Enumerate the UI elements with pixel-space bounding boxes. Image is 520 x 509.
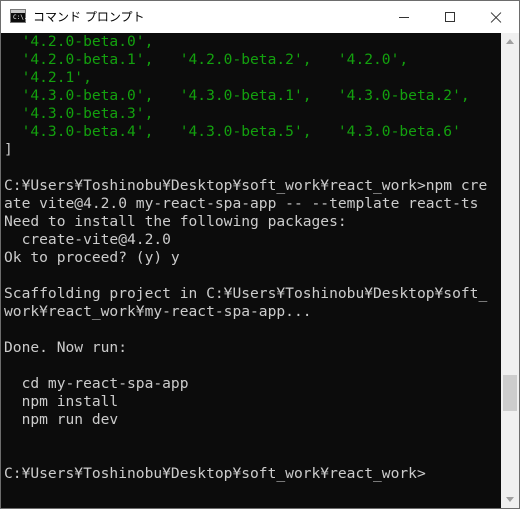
- console-line: Done. Now run:: [4, 339, 128, 356]
- vertical-scrollbar[interactable]: [501, 33, 519, 508]
- scrollbar-thumb[interactable]: [503, 375, 517, 411]
- console-line: work¥react_work¥my-react-spa-app...: [4, 303, 312, 320]
- window-title: コマンド プロンプト: [33, 10, 145, 24]
- console-line: cd my-react-spa-app: [4, 375, 189, 392]
- console-line: Ok to proceed? (y) y: [4, 249, 180, 266]
- minimize-icon[interactable]: [381, 1, 427, 33]
- console-lines: '4.2.0-beta.0', '4.2.0-beta.1', '4.2.0-b…: [4, 33, 487, 483]
- scroll-up-arrow-icon[interactable]: [506, 39, 514, 44]
- console-line: '4.2.0-beta.0',: [4, 33, 154, 50]
- console-line: Need to install the following packages:: [4, 213, 347, 230]
- console-line: '4.3.0-beta.4', '4.3.0-beta.5', '4.3.0-b…: [4, 123, 461, 140]
- title-bar[interactable]: C:\. コマンド プロンプト: [1, 1, 519, 33]
- console-line: ate vite@4.2.0 my-react-spa-app -- --tem…: [4, 195, 479, 212]
- console-line: create-vite@4.2.0: [4, 231, 171, 248]
- icon-label: C:\.: [13, 14, 28, 21]
- console-line: '4.3.0-beta.0', '4.3.0-beta.1', '4.3.0-b…: [4, 87, 470, 104]
- close-icon[interactable]: [473, 1, 519, 33]
- console-line: C:¥Users¥Toshinobu¥Desktop¥soft_work¥rea…: [4, 465, 426, 482]
- scroll-down-arrow-icon[interactable]: [506, 497, 514, 502]
- console-output[interactable]: '4.2.0-beta.0', '4.2.0-beta.1', '4.2.0-b…: [1, 33, 501, 508]
- console-line: '4.2.0-beta.1', '4.2.0-beta.2', '4.2.0',: [4, 51, 409, 68]
- console-line: ]: [4, 141, 13, 158]
- console-line: '4.2.1',: [4, 69, 92, 86]
- maximize-icon[interactable]: [427, 1, 473, 33]
- command-prompt-icon[interactable]: C:\.: [10, 9, 28, 23]
- console-line: C:¥Users¥Toshinobu¥Desktop¥soft_work¥rea…: [4, 177, 488, 194]
- console-line: npm run dev: [4, 411, 119, 428]
- console-line: Scaffolding project in C:¥Users¥Toshinob…: [4, 285, 488, 302]
- command-prompt-window: C:\. コマンド プロンプト '4.2.0-beta.0', '4.2.0-b…: [0, 0, 520, 509]
- console-line: npm install: [4, 393, 119, 410]
- console-line: '4.3.0-beta.3',: [4, 105, 154, 122]
